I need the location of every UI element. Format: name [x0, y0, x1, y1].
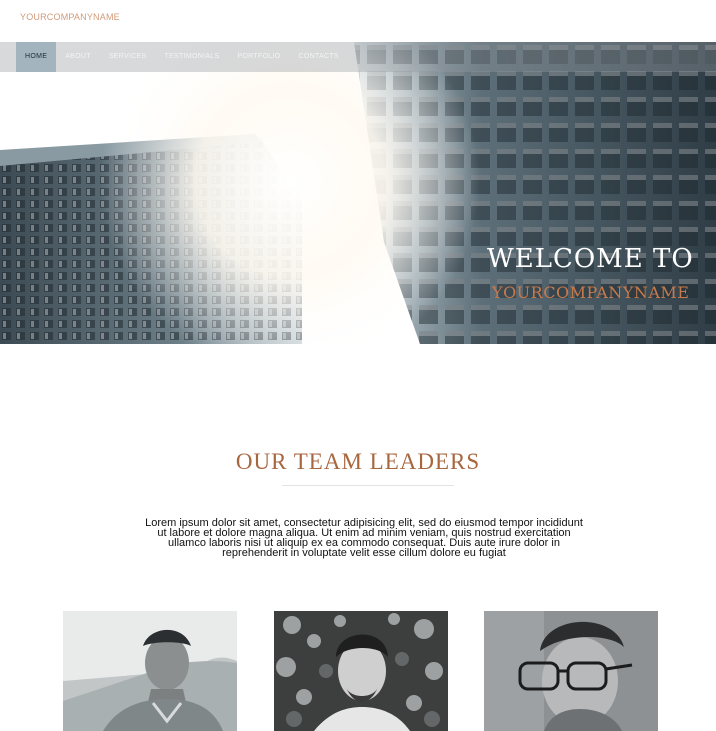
nav-contacts[interactable]: CONTACTS	[290, 42, 348, 72]
team-section-title: OUR TEAM LEADERS	[235, 449, 481, 474]
hero-welcome-heading: WELCOME TO	[487, 244, 694, 274]
nav-portfolio[interactable]: PORTFOLIO	[228, 42, 289, 72]
team-description: Lorem ipsum dolor sit amet, consectetur …	[145, 517, 583, 559]
title-divider	[282, 485, 454, 486]
leader-photo-1[interactable]	[63, 611, 237, 731]
nav-services[interactable]: SERVICES	[100, 42, 156, 72]
nav-testimonials[interactable]: TESTIMONIALS	[156, 42, 229, 72]
leader-photo-3[interactable]	[484, 611, 658, 731]
main-navigation: HOME ABOUT SERVICES TESTIMONIALS PORTFOL…	[0, 42, 716, 72]
hero-company-name: YOURCOMPANYNAME	[492, 283, 690, 302]
nav-about[interactable]: ABOUT	[56, 42, 100, 72]
company-logo[interactable]: YOURCOMPANYNAME	[20, 12, 120, 22]
nav-home[interactable]: HOME	[16, 42, 57, 72]
leader-photo-2[interactable]	[274, 611, 448, 731]
